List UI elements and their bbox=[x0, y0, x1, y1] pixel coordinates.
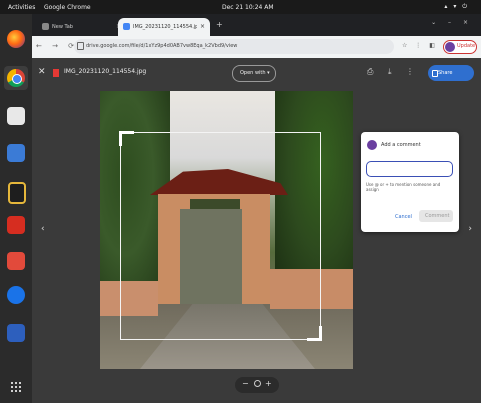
close-icon[interactable]: ✕ bbox=[38, 67, 46, 77]
image-file-icon bbox=[53, 69, 59, 77]
avatar bbox=[367, 140, 377, 150]
update-label: Update bbox=[457, 43, 476, 49]
tab-favicon-icon bbox=[42, 23, 49, 30]
system-top-bar: Activities Google Chrome Dec 21 10:24 AM… bbox=[0, 0, 481, 14]
open-with-label: Open with ▾ bbox=[240, 70, 270, 76]
image-viewer: ✕ IMG_20231120_114554.jpg Open with ▾ ⎙ … bbox=[32, 58, 481, 403]
cancel-button[interactable]: Cancel bbox=[395, 214, 412, 220]
remote-icon[interactable] bbox=[7, 324, 25, 342]
writer-icon[interactable] bbox=[7, 144, 25, 162]
comment-label: Comment bbox=[425, 213, 450, 219]
next-arrow-icon[interactable]: › bbox=[468, 224, 472, 234]
pdf-icon[interactable] bbox=[7, 216, 25, 234]
share-label: Share bbox=[438, 70, 453, 76]
tab-close-icon[interactable]: × bbox=[200, 23, 205, 30]
browser-actions[interactable]: ☆ ⋮ ◧ bbox=[402, 42, 438, 49]
outlook-icon[interactable] bbox=[7, 286, 25, 304]
share-button[interactable]: Share bbox=[428, 65, 474, 81]
clock[interactable]: Dec 21 10:24 AM bbox=[222, 4, 274, 11]
zoom-controls: − + bbox=[235, 377, 279, 393]
previous-arrow-icon[interactable]: ‹ bbox=[41, 224, 45, 234]
address-bar: ← → ⟳ drive.google.com/file/d/1xYz9p4d0A… bbox=[32, 36, 481, 59]
omnibox[interactable]: drive.google.com/file/d/1xYz9p4d0AB7vw8E… bbox=[74, 39, 394, 54]
security-icon[interactable] bbox=[8, 182, 26, 204]
activities-button[interactable]: Activities bbox=[8, 4, 35, 11]
lock-icon[interactable] bbox=[77, 42, 84, 50]
selection-box[interactable] bbox=[119, 131, 322, 341]
comment-input[interactable] bbox=[366, 161, 453, 177]
zoom-icon[interactable] bbox=[254, 380, 261, 387]
url-text[interactable]: drive.google.com/file/d/1xYz9p4d0AB7vw8E… bbox=[86, 43, 386, 49]
comment-hint: Use @ or + to mention someone and assign bbox=[366, 182, 441, 192]
avatar bbox=[445, 42, 455, 52]
window-controls[interactable]: ⌄ – × bbox=[431, 19, 473, 26]
firefox-icon[interactable] bbox=[7, 30, 25, 48]
system-tray[interactable]: ▴ ▾ ⏻ bbox=[444, 3, 469, 11]
zoom-out-button[interactable]: − bbox=[242, 379, 249, 388]
viewer-tools[interactable]: ⎙ ⤓ ⋮ bbox=[367, 67, 420, 77]
tab-title: New Tab bbox=[52, 24, 73, 30]
file-name: IMG_20231120_114554.jpg bbox=[64, 68, 147, 75]
zoom-in-button[interactable]: + bbox=[265, 379, 272, 388]
files-icon[interactable] bbox=[7, 107, 25, 125]
tab-title: IMG_20231120_114554.jpg - Google Drive bbox=[133, 24, 197, 30]
tab-new-tab[interactable]: New Tab × bbox=[38, 18, 121, 36]
app-grid-icon[interactable] bbox=[10, 381, 22, 393]
tab-strip: New Tab × IMG_20231120_114554.jpg - Goog… bbox=[32, 14, 481, 36]
chrome-icon[interactable] bbox=[4, 66, 28, 90]
profile-update-button[interactable]: Update bbox=[443, 40, 477, 54]
comment-dialog: Add a comment Use @ or + to mention some… bbox=[361, 132, 459, 232]
record-icon[interactable] bbox=[7, 252, 25, 270]
navigation-buttons[interactable]: ← → ⟳ bbox=[36, 42, 78, 50]
tab-drive-image[interactable]: IMG_20231120_114554.jpg - Google Drive × bbox=[118, 18, 210, 36]
app-menu[interactable]: Google Chrome bbox=[44, 4, 91, 11]
comment-title: Add a comment bbox=[381, 142, 421, 148]
comment-button[interactable]: Comment bbox=[419, 210, 453, 222]
dock bbox=[0, 14, 32, 403]
new-tab-button[interactable]: + bbox=[216, 20, 223, 29]
open-with-button[interactable]: Open with ▾ bbox=[232, 65, 276, 82]
drive-favicon-icon bbox=[123, 23, 130, 30]
